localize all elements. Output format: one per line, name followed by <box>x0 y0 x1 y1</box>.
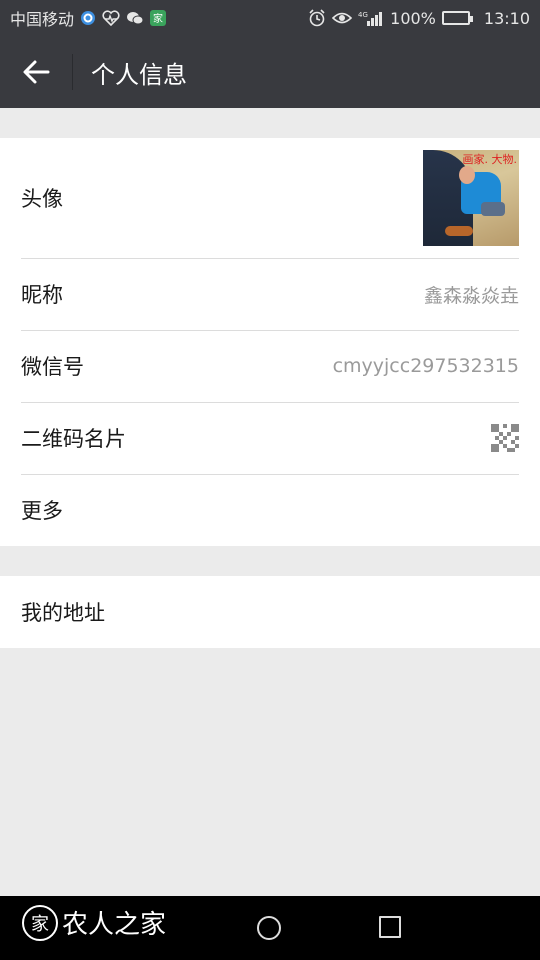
search-app-icon <box>80 10 96 26</box>
avatar-label: 头像 <box>21 187 63 211</box>
title-bar: 个人信息 <box>0 36 540 108</box>
nickname-row[interactable]: 昵称 鑫森淼焱垚 <box>0 258 540 330</box>
carrier-label: 中国移动 <box>10 10 75 29</box>
address-group: 我的地址 <box>0 576 540 648</box>
avatar-wood-log <box>445 226 473 236</box>
avatar-child-legs <box>481 202 505 216</box>
title-divider <box>72 54 73 90</box>
back-button[interactable] <box>0 36 72 108</box>
eye-icon <box>332 11 353 25</box>
battery-percent: 100% <box>390 8 436 28</box>
signal-icon: 4G <box>358 10 384 26</box>
more-row[interactable]: 更多 <box>0 474 540 546</box>
status-right: 4G 100% 13:10 <box>308 9 530 28</box>
battery-icon <box>441 11 473 25</box>
arrow-left-icon <box>23 60 50 84</box>
wechat-id-label: 微信号 <box>21 355 84 379</box>
watermark: 家 农人之家 <box>22 904 166 941</box>
network-type-label: 4G <box>358 11 368 19</box>
address-label: 我的地址 <box>21 601 105 625</box>
avatar-child-head <box>459 166 475 184</box>
clock: 13:10 <box>483 8 530 28</box>
wechat-icon <box>126 10 144 26</box>
svg-text:家: 家 <box>153 12 163 25</box>
health-icon <box>102 10 120 26</box>
qr-code-row[interactable]: 二维码名片 <box>0 402 540 474</box>
app-icon: 家 <box>150 10 167 26</box>
status-left: 中国移动 家 <box>10 6 167 30</box>
wechat-id-value: cmyyjcc297532315 <box>332 355 519 377</box>
avatar-row[interactable]: 头像 画家. 大物. <box>0 138 540 258</box>
wechat-id-row[interactable]: 微信号 cmyyjcc297532315 <box>0 330 540 402</box>
status-bar: 中国移动 家 4G 100% 13:10 <box>0 0 540 36</box>
avatar-image-text: 画家. 大物. <box>462 153 518 166</box>
system-nav-bar: 家 农人之家 <box>0 896 540 960</box>
qr-code-icon <box>491 424 519 452</box>
alarm-icon <box>308 9 326 27</box>
address-row[interactable]: 我的地址 <box>0 576 540 648</box>
watermark-logo: 家 <box>22 904 58 941</box>
qr-code-label: 二维码名片 <box>21 427 126 451</box>
avatar[interactable]: 画家. 大物. <box>423 150 519 246</box>
profile-info-group: 头像 画家. 大物. 昵称 鑫森淼焱垚 微信号 cmyyjcc297532315… <box>0 138 540 546</box>
nickname-label: 昵称 <box>21 283 63 307</box>
more-label: 更多 <box>21 499 63 523</box>
watermark-text: 农人之家 <box>62 910 167 940</box>
square-recents-icon[interactable] <box>379 916 401 938</box>
circle-home-icon[interactable] <box>257 916 281 940</box>
page-title: 个人信息 <box>91 60 187 89</box>
nickname-value: 鑫森淼焱垚 <box>423 284 519 307</box>
